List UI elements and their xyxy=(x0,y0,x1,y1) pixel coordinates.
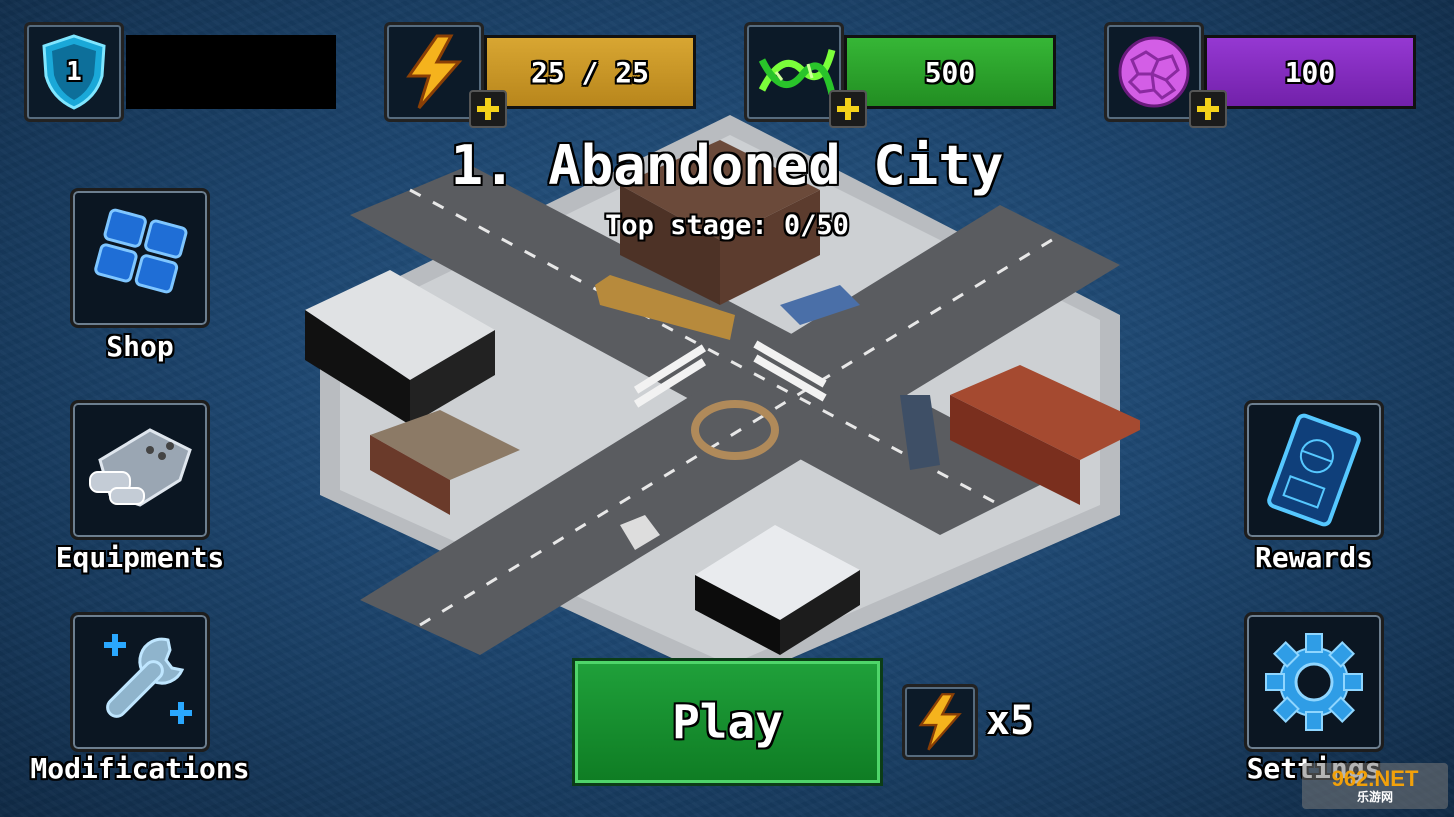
equipments-label: Equipments xyxy=(55,541,225,574)
level-value: 1 xyxy=(66,57,82,87)
modifications-button[interactable] xyxy=(70,612,210,752)
play-button[interactable]: Play xyxy=(575,661,880,783)
settings-button[interactable] xyxy=(1244,612,1384,752)
weapon-icon xyxy=(89,428,192,507)
plus-icon xyxy=(1197,98,1219,120)
lightning-icon xyxy=(918,693,962,751)
watermark: 962.NET 乐游网 xyxy=(1302,763,1448,809)
gear-icon xyxy=(1265,633,1363,731)
wrench-icon xyxy=(104,634,192,724)
orb-bar: 100 xyxy=(1204,35,1416,109)
rewards-card-icon xyxy=(1267,413,1361,527)
energy-value: 25 / 25 xyxy=(530,55,649,89)
rewards-button[interactable] xyxy=(1244,400,1384,540)
play-cost-icon-box xyxy=(902,684,978,760)
watermark-bottom: 乐游网 xyxy=(1356,790,1393,804)
watermark-top: 962.NET xyxy=(1331,766,1419,791)
dna-value: 500 xyxy=(924,55,976,89)
modifications-label: Modifications xyxy=(30,752,250,785)
equipments-button[interactable] xyxy=(70,400,210,540)
add-orb-button[interactable] xyxy=(1189,90,1227,128)
stage-title: 1. Abandoned City xyxy=(450,134,1004,197)
orb-value: 100 xyxy=(1284,55,1336,89)
shop-icon xyxy=(94,208,188,294)
level-badge[interactable]: 1 xyxy=(24,22,124,122)
stage-subtitle: Top stage: 0/50 xyxy=(605,210,849,241)
rewards-label: Rewards xyxy=(1254,541,1373,574)
play-cost: x5 xyxy=(986,698,1035,744)
shop-label: Shop xyxy=(106,330,174,363)
shop-button[interactable] xyxy=(70,188,210,328)
